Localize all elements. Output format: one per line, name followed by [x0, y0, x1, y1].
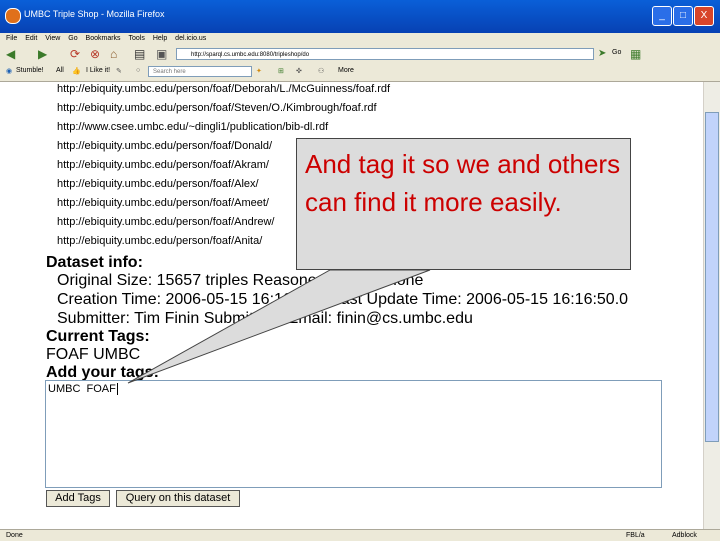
page-icon[interactable]: ▣ — [156, 47, 167, 61]
navigation-toolbar: ◀ ▶ ⟳ ⊗ ⌂ ▤ ▣ http://sparql.cs.umbc.edu:… — [0, 45, 720, 63]
reload-icon[interactable]: ⟳ — [70, 47, 80, 61]
text-cursor — [116, 383, 118, 395]
rate-button[interactable]: I Like it! — [86, 67, 110, 74]
close-button[interactable]: X — [694, 6, 714, 26]
adblock-status[interactable]: Adblock — [672, 530, 697, 541]
share-icon[interactable]: ⊞ — [278, 67, 284, 75]
dataset-url-link[interactable]: http://ebiquity.umbc.edu/person/foaf/Don… — [57, 140, 272, 152]
menu-help[interactable]: Help — [153, 33, 167, 45]
tags-input[interactable]: UMBC FOAF — [45, 380, 662, 488]
go-button-label[interactable]: Go — [612, 49, 621, 56]
window-titlebar: UMBC Triple Shop - Mozilla Firefox _ □ X — [0, 0, 720, 33]
menu-edit[interactable]: Edit — [25, 33, 37, 45]
menu-view[interactable]: View — [45, 33, 60, 45]
back-arrow-icon[interactable]: ◀ — [6, 47, 15, 61]
add-tags-button[interactable]: Add Tags — [46, 490, 110, 507]
callout-text: And tag it so we and others can find it … — [305, 149, 621, 217]
dataset-url-link[interactable]: http://ebiquity.umbc.edu/person/foaf/Ani… — [57, 235, 262, 247]
scrollbar-thumb[interactable] — [705, 112, 719, 442]
dataset-time-info: Creation Time: 2006-05-15 16:16:50.0 Las… — [57, 291, 629, 308]
dataset-url-link[interactable]: http://ebiquity.umbc.edu/person/foaf/Ale… — [57, 178, 259, 190]
menu-bookmarks[interactable]: Bookmarks — [86, 33, 121, 45]
current-tags-value: FOAF UMBC — [46, 346, 141, 363]
all-dropdown[interactable]: All — [56, 67, 64, 74]
stumble-icon: ◉ — [6, 68, 13, 75]
dataset-info-label: Dataset info: — [46, 254, 143, 271]
stumble-toolbar: ◉ Stumble! All 👍 I Like it! ✎ ○ Search h… — [0, 63, 720, 82]
dataset-url-link[interactable]: http://ebiquity.umbc.edu/person/foaf/Akr… — [57, 159, 269, 171]
bookmark-icon[interactable]: ▤ — [134, 47, 145, 61]
dataset-submitter-info: Submitter: Tim Finin Submitter's Email: … — [57, 310, 473, 327]
current-tags-label: Current Tags: — [46, 328, 150, 345]
dataset-url-link[interactable]: http://ebiquity.umbc.edu/person/foaf/And… — [57, 216, 274, 228]
status-text: Done — [6, 532, 23, 539]
menu-delicious[interactable]: del.icio.us — [175, 33, 206, 45]
home-icon[interactable]: ⌂ — [110, 47, 117, 61]
status-bar: Done FBL/a Adblock — [0, 529, 720, 541]
stop-icon[interactable]: ⊗ — [90, 47, 100, 61]
toolbar-search-input[interactable]: Search here — [148, 66, 252, 77]
vertical-scrollbar[interactable] — [703, 82, 720, 530]
status-zone-1: FBL/a — [626, 532, 645, 539]
window-title: UMBC Triple Shop - Mozilla Firefox — [24, 9, 165, 19]
search-icon: ○ — [136, 67, 141, 74]
query-dataset-button[interactable]: Query on this dataset — [116, 490, 240, 507]
menu-tools[interactable]: Tools — [129, 33, 145, 45]
dataset-size-info: Original Size: 15657 triples Reasoner Ap… — [57, 272, 424, 289]
firefox-icon — [5, 8, 21, 24]
tools-icon[interactable]: ✜ — [296, 67, 302, 75]
star-icon[interactable]: ✦ — [256, 67, 262, 75]
dataset-url-link[interactable]: http://ebiquity.umbc.edu/person/foaf/Ste… — [57, 102, 377, 114]
forward-arrow-icon[interactable]: ▶ — [38, 47, 47, 61]
tags-input-value: UMBC FOAF — [48, 383, 116, 395]
dataset-url-link[interactable]: http://www.csee.umbc.edu/~dingli1/public… — [57, 121, 328, 133]
dataset-url-link[interactable]: http://ebiquity.umbc.edu/person/foaf/Ame… — [57, 197, 269, 209]
annotation-callout: And tag it so we and others can find it … — [296, 138, 631, 270]
thumbs-down-icon[interactable]: ✎ — [116, 67, 122, 75]
url-input[interactable]: http://sparql.cs.umbc.edu:8080/triplesho… — [176, 48, 594, 60]
dataset-url-link[interactable]: http://ebiquity.umbc.edu/person/foaf/Deb… — [57, 83, 390, 95]
menu-bar: File Edit View Go Bookmarks Tools Help d… — [0, 33, 720, 45]
extension-icon[interactable]: ▦ — [630, 47, 641, 61]
menu-go[interactable]: Go — [68, 33, 77, 45]
menu-file[interactable]: File — [6, 33, 17, 45]
thumbs-up-icon[interactable]: 👍 — [72, 67, 81, 75]
more-button[interactable]: More — [338, 67, 354, 74]
minimize-button[interactable]: _ — [652, 6, 672, 26]
people-icon[interactable]: ⚇ — [318, 67, 324, 75]
stumble-button[interactable]: Stumble! — [16, 67, 44, 74]
go-icon[interactable]: ➤ — [598, 47, 606, 61]
maximize-button[interactable]: □ — [673, 6, 693, 26]
